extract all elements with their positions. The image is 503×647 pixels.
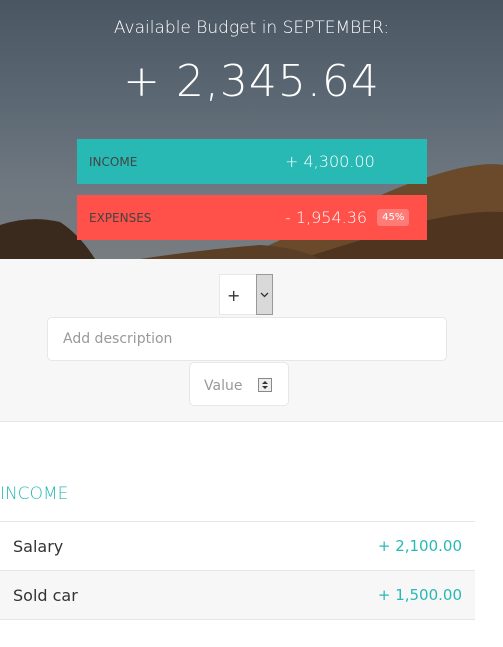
budget-header: Available Budget in SEPTEMBER: + 2,345.6…: [0, 0, 503, 259]
expenses-summary: Expenses - 1,954.36 45%: [77, 195, 427, 240]
income-list-title: Income: [0, 484, 69, 504]
description-input[interactable]: [47, 317, 447, 361]
item-description: Sold car: [13, 585, 78, 605]
income-list: Salary + 2,100.00 Sold car + 1,500.00: [0, 521, 475, 620]
expenses-summary-value: - 1,954.36: [285, 208, 368, 227]
value-input[interactable]: [202, 375, 261, 397]
type-select-value: +: [227, 286, 241, 305]
expenses-percentage-badge: 45%: [377, 209, 410, 226]
list-item[interactable]: Salary + 2,100.00: [0, 521, 475, 570]
budget-total-value: + 2,345.64: [123, 56, 380, 107]
chevron-down-icon[interactable]: [256, 274, 273, 315]
type-select[interactable]: +: [219, 274, 273, 315]
item-value: + 1,500.00: [377, 586, 462, 604]
budget-title: Available Budget in SEPTEMBER:: [113, 18, 390, 38]
value-field[interactable]: [189, 362, 289, 406]
item-value: + 2,100.00: [377, 537, 462, 555]
income-summary-value: + 4,300.00: [285, 152, 375, 171]
expenses-summary-label: Expenses: [89, 210, 152, 225]
add-item-form: +: [0, 259, 503, 422]
list-item[interactable]: Sold car + 1,500.00: [0, 570, 475, 620]
income-summary-label: Income: [89, 154, 138, 169]
income-summary: Income + 4,300.00: [77, 139, 427, 184]
item-description: Salary: [13, 536, 64, 556]
stepper-arrows-icon[interactable]: [258, 378, 272, 392]
